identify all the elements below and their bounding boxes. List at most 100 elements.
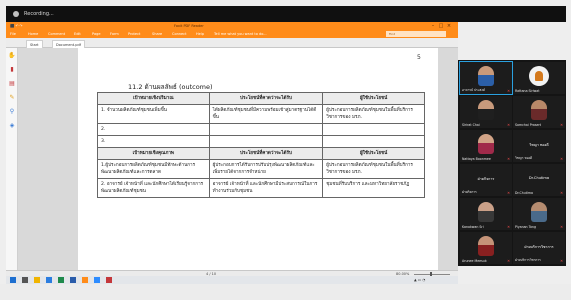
mic-muted-icon: ✕ <box>560 157 563 161</box>
menu-connect[interactable]: Connect <box>172 30 186 38</box>
table-header-cell: เป้าหมายเชิงปริมาณ <box>97 92 210 105</box>
hand-tool-icon[interactable]: ✋ <box>8 52 16 60</box>
mic-muted-icon: ✕ <box>507 157 510 161</box>
system-clock-icon: ▲ ▭ ◔ <box>414 278 426 282</box>
participant-gallery: อาจารย์ ประสงค์ ✕ Rattana Siriwat Sirira… <box>458 60 566 266</box>
maximize-icon[interactable]: □ <box>438 23 444 29</box>
app-title-bar: ⬛ ↶ ↷ Foxit PDF Reader – □ × <box>6 22 458 30</box>
minimize-icon[interactable]: – <box>430 23 436 29</box>
participant-tile[interactable]: ฝ่ายบริการวิชาการ ฝ่ายบริการวิชาการ ✕ <box>513 232 565 264</box>
participant-video-icon <box>478 134 494 154</box>
table-cell: ผู้ประกอบการผลิตภัณฑ์ชุมชนในพื้นที่บริกา… <box>322 159 425 179</box>
participant-name-display: Dr.Chutima <box>528 176 550 180</box>
page-number: 5 <box>417 54 421 61</box>
app-icon[interactable] <box>106 277 112 283</box>
participant-tile[interactable]: Sirirat Chai ✕ <box>460 96 512 128</box>
mic-muted-icon: ✕ <box>560 191 563 195</box>
participant-tile[interactable]: อาจารย์ ประสงค์ ✕ <box>459 61 513 95</box>
tab-start[interactable]: Start <box>26 40 43 48</box>
participant-tile[interactable]: Dr.Chutima Dr.Chutima ✕ <box>513 164 565 196</box>
table-cell <box>208 123 324 136</box>
foxit-icon[interactable] <box>82 277 88 283</box>
participant-tile[interactable]: Nattaya Boonmee ✕ <box>460 130 512 162</box>
table-cell: ผู้ประกอบการผลิตภัณฑ์ชุมชนในพื้นที่บริกา… <box>322 104 425 124</box>
pdf-page: 5 11.2 ด้านผลลัพธ์ (outcome) เป้าหมายเชิ… <box>78 48 438 270</box>
table-header-cell: ผู้ใช้ประโยชน์ <box>322 92 425 105</box>
attachment-icon[interactable]: ⚲ <box>8 108 16 116</box>
participant-name-display: ฝ่ายบริการวิชาการ <box>524 245 554 249</box>
participant-tile[interactable]: ฝ่ายกิจการ ฝ่ายกิจการ ✕ <box>460 164 512 196</box>
mic-muted-icon: ✕ <box>507 191 510 195</box>
menu-page[interactable]: Page <box>92 30 100 38</box>
table-cell: 1.ผู้ประกอบการผลิตภัณฑ์ชุมชนมีทักษะด้านก… <box>97 159 210 179</box>
table-header-cell: ผู้ใช้ประโยชน์ <box>322 147 425 160</box>
quick-access-icon[interactable]: ⬛ ↶ ↷ <box>10 22 22 30</box>
menu-form[interactable]: Form <box>110 30 119 38</box>
mic-muted-icon: ✕ <box>507 123 510 127</box>
excel-icon[interactable] <box>58 277 64 283</box>
menu-help[interactable]: Help <box>196 30 204 38</box>
table-header-row: เป้าหมายเชิงคุณภาพ ประโยชน์ที่คาดว่าจะได… <box>97 147 425 160</box>
table-header-cell: ประโยชน์ที่คาดว่าจะได้รับ <box>208 147 324 160</box>
outcome-table: เป้าหมายเชิงปริมาณ ประโยชน์ที่คาดว่าจะได… <box>97 92 425 198</box>
browser-icon[interactable] <box>46 277 52 283</box>
participant-name: Kanokwan Sri <box>462 225 484 229</box>
file-explorer-icon[interactable] <box>34 277 40 283</box>
participant-video-icon <box>478 66 494 86</box>
ribbon-menu: File Home Comment Edit Page Form Protect… <box>6 30 458 38</box>
participant-name: Nattaya Boonmee <box>462 157 491 161</box>
comment-icon[interactable]: ✎ <box>8 94 16 102</box>
mic-muted-icon: ✕ <box>507 225 510 229</box>
participant-tile[interactable]: วิชญา ทองดี วิชญา ทองดี ✕ <box>513 130 565 162</box>
table-cell <box>208 135 324 148</box>
zoom-slider[interactable] <box>414 274 450 275</box>
menu-edit[interactable]: Edit <box>74 30 81 38</box>
menu-home[interactable]: Home <box>28 30 38 38</box>
document-view[interactable]: 5 11.2 ด้านผลลัพธ์ (outcome) เป้าหมายเชิ… <box>18 48 458 270</box>
document-tabs: Start Document.pdf <box>6 38 458 48</box>
mic-muted-icon: ✕ <box>507 89 510 93</box>
tell-me-search[interactable]: Tell me what you want to do... <box>214 30 267 38</box>
table-cell <box>322 123 425 136</box>
navigation-panel: ✋ ▮ ▤ ✎ ⚲ ◈ <box>6 48 18 270</box>
table-row: 3. <box>97 135 425 148</box>
table-row: 2. <box>97 123 425 136</box>
search-icon[interactable] <box>22 277 28 283</box>
participant-name: ฝ่ายบริการวิชาการ <box>515 258 541 262</box>
participant-name-display: วิชญา ทองดี <box>529 143 549 147</box>
meeting-title-bar: Recording... <box>6 6 566 22</box>
participant-name: อาจารย์ ประสงค์ <box>462 88 486 92</box>
word-icon[interactable] <box>70 277 76 283</box>
taskbar: ▲ ▭ ◔ <box>6 276 458 284</box>
table-row: 1. จำนวนผลิตภัณฑ์ชุมชนเพิ่มขึ้น ได้ผลิตภ… <box>97 104 425 124</box>
participant-name: Sirirat Chai <box>462 123 480 127</box>
participant-tile[interactable]: Somchai Prasert ✕ <box>513 96 565 128</box>
table-cell: 3. <box>97 135 210 148</box>
app-title: Foxit PDF Reader <box>174 24 204 28</box>
menu-protect[interactable]: Protect <box>128 30 140 38</box>
table-cell <box>322 135 425 148</box>
tab-document[interactable]: Document.pdf <box>52 40 85 48</box>
meeting-bottom-margin <box>0 284 571 300</box>
menu-share[interactable]: Share <box>152 30 162 38</box>
find-input[interactable]: Find <box>386 31 446 37</box>
start-icon[interactable] <box>10 277 16 283</box>
participant-tile[interactable]: Kanokwan Sri ✕ <box>460 198 512 230</box>
pages-icon[interactable]: ▤ <box>8 80 16 88</box>
table-cell: ได้ผลิตภัณฑ์ชุมชนที่มีความพร้อมเข้าสู่มา… <box>208 104 324 124</box>
menu-file[interactable]: File <box>10 30 16 38</box>
table-cell: 2. <box>97 123 210 136</box>
participant-tile[interactable]: Piyanan Tong ✕ <box>513 198 565 230</box>
participant-tile[interactable]: Arunee Meesuk ✕ <box>460 232 512 264</box>
menu-comment[interactable]: Comment <box>48 30 65 38</box>
participant-tile[interactable]: Rattana Siriwat <box>513 62 565 94</box>
layers-icon[interactable]: ◈ <box>8 122 16 130</box>
participant-video-icon <box>531 202 547 222</box>
bookmark-icon[interactable]: ▮ <box>8 66 16 74</box>
participant-name: Piyanan Tong <box>515 225 536 229</box>
mic-muted-icon: ✕ <box>560 123 563 127</box>
zoom-app-icon[interactable] <box>94 277 100 283</box>
table-header-cell: ประโยชน์ที่คาดว่าจะได้รับ <box>208 92 324 105</box>
table-row: 2. อาจารย์ เจ้าหน้าที่ และนักศึกษาได้เรี… <box>97 178 425 198</box>
close-icon[interactable]: × <box>446 23 452 29</box>
